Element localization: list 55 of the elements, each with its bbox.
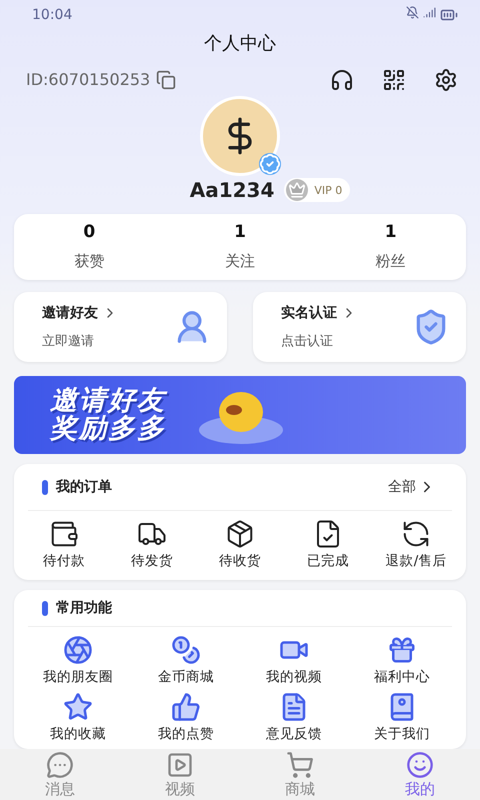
promo-subtitle: 点击认证: [281, 332, 334, 350]
thumb-icon: [171, 692, 201, 722]
cart-icon: [286, 750, 314, 779]
section-marker: [42, 480, 48, 495]
function-button[interactable]: 金币商城: [132, 635, 240, 686]
order-status-button[interactable]: 待付款: [20, 519, 108, 570]
user-id: ID:6070150253: [26, 70, 150, 90]
function-button[interactable]: 我的点赞: [132, 692, 240, 744]
box-icon: [225, 519, 255, 550]
function-button[interactable]: 意见反馈: [240, 692, 348, 744]
section-title: 常用功能: [56, 599, 112, 618]
function-button[interactable]: 我的朋友圈: [24, 635, 132, 686]
gift-icon: [387, 635, 417, 666]
settings-icon[interactable]: [434, 68, 458, 92]
section-title: 我的订单: [56, 478, 112, 496]
banner-text: 邀请好友 奖励多多: [50, 386, 166, 444]
stat-label: 关注: [224, 252, 255, 272]
qr-code-icon[interactable]: [382, 68, 406, 92]
stat-value: 0: [83, 222, 96, 242]
promo-card[interactable]: 邀请好友 立即邀请: [14, 292, 227, 362]
promo-title: 邀请好友: [42, 304, 173, 322]
order-status-button[interactable]: 待收货: [196, 519, 284, 570]
function-button[interactable]: 我的收藏: [24, 692, 132, 744]
coin-icon: [171, 635, 201, 666]
stat-value: 1: [234, 222, 246, 242]
aperture-icon: [63, 635, 93, 666]
video-icon: [166, 750, 194, 779]
page-title: 个人中心: [203, 32, 277, 56]
wallet-icon: [49, 519, 79, 550]
stat-value: 1: [384, 222, 397, 242]
signal-icon: [423, 6, 436, 20]
promo-card[interactable]: 实名认证 点击认证: [253, 292, 466, 362]
vip-badge: VIP 0: [284, 178, 350, 202]
invite-banner[interactable]: 邀请好友 奖励多多: [14, 376, 466, 454]
copy-icon[interactable]: [156, 70, 176, 90]
order-status-button[interactable]: 待发货: [108, 519, 196, 570]
all-orders-link[interactable]: 全部: [388, 478, 436, 496]
function-button[interactable]: 福利中心: [348, 635, 456, 686]
username: Aa1234: [190, 178, 274, 202]
mute-icon: [406, 6, 419, 20]
section-marker: [42, 600, 48, 616]
function-button[interactable]: 关于我们: [348, 692, 456, 744]
headset-icon[interactable]: [330, 68, 354, 92]
tab[interactable]: 我的: [360, 749, 480, 800]
star-icon: [63, 692, 93, 722]
status-time: 10:04: [32, 7, 72, 24]
stat-label: 获赞: [74, 252, 104, 272]
promo-title: 实名认证: [281, 304, 412, 322]
function-button[interactable]: 我的视频: [240, 635, 348, 686]
order-status-button[interactable]: 退款/售后: [372, 519, 460, 570]
promo-subtitle: 立即邀请: [42, 332, 95, 350]
order-status-button[interactable]: 已完成: [284, 519, 372, 570]
stat-label: 粉丝: [376, 252, 406, 272]
crown-icon: [286, 179, 308, 202]
chat-icon: [46, 750, 74, 779]
